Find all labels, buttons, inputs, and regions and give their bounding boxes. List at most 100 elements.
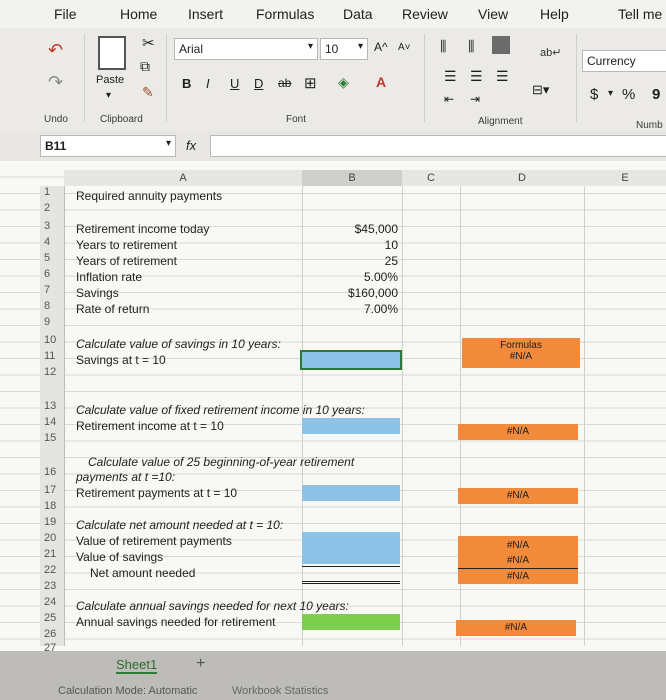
column-header-b[interactable]: B	[302, 170, 403, 186]
cell-b3[interactable]: $45,000	[312, 222, 398, 236]
cell-d20[interactable]: #N/A	[458, 538, 578, 553]
cell-a24[interactable]: Calculate annual savings needed for next…	[76, 599, 349, 613]
cell-d25[interactable]: #N/A	[456, 620, 576, 636]
tab-data[interactable]: Data	[343, 6, 373, 22]
cell-a10[interactable]: Calculate value of savings in 10 years:	[76, 337, 281, 351]
cell-a3[interactable]: Retirement income today	[76, 222, 209, 236]
cell-b7[interactable]: $160,000	[312, 286, 398, 300]
align-top-icon[interactable]: ⫼	[440, 38, 446, 55]
align-center-icon[interactable]: ☰	[470, 68, 483, 85]
column-header-d[interactable]: D	[460, 170, 585, 186]
row-number[interactable]: 13	[44, 400, 62, 412]
increase-indent-icon[interactable]: ⇥	[470, 92, 480, 106]
fx-icon[interactable]: fx	[186, 138, 196, 153]
cell-a21[interactable]: Value of savings	[76, 550, 163, 564]
row-number[interactable]: 26	[44, 628, 62, 640]
cell-a7[interactable]: Savings	[76, 286, 119, 300]
tab-home[interactable]: Home	[120, 6, 157, 22]
undo-icon[interactable]: ↶	[48, 40, 63, 61]
tab-tell-me[interactable]: Tell me	[618, 6, 662, 22]
cell-b11-selected[interactable]	[300, 350, 402, 370]
workbook-statistics[interactable]: Workbook Statistics	[232, 685, 328, 697]
row-number[interactable]: 8	[44, 300, 62, 312]
cell-b25[interactable]	[302, 614, 400, 630]
cell-b8[interactable]: 7.00%	[312, 302, 398, 316]
row-number[interactable]: 25	[44, 612, 62, 624]
tab-help[interactable]: Help	[540, 6, 569, 22]
number-format-dropdown[interactable]: Currency	[582, 50, 666, 72]
cell-a17[interactable]: Retirement payments at t = 10	[76, 486, 237, 500]
tab-review[interactable]: Review	[402, 6, 448, 22]
row-number[interactable]: 3	[44, 220, 62, 232]
cell-b17[interactable]	[302, 485, 400, 501]
cell-a11[interactable]: Savings at t = 10	[76, 353, 166, 367]
cell-a13[interactable]: Calculate value of fixed retirement inco…	[76, 403, 365, 417]
row-number[interactable]: 11	[44, 350, 62, 362]
row-number[interactable]: 16	[44, 466, 62, 478]
column-header-e[interactable]: E	[584, 170, 666, 186]
row-number[interactable]: 9	[44, 316, 62, 328]
cell-a6[interactable]: Inflation rate	[76, 270, 142, 284]
cell-b5[interactable]: 25	[312, 254, 398, 268]
double-underline-button[interactable]: D	[254, 76, 263, 91]
cell-d22[interactable]: #N/A	[458, 568, 578, 584]
row-number[interactable]: 2	[44, 202, 62, 214]
row-number[interactable]: 19	[44, 516, 62, 528]
cell-d11[interactable]: #N/A	[462, 351, 580, 362]
percent-button[interactable]: %	[622, 86, 635, 103]
row-number[interactable]: 21	[44, 548, 62, 560]
cell-a22[interactable]: Net amount needed	[90, 566, 195, 580]
chevron-down-icon[interactable]: ▾	[608, 88, 613, 99]
strikethrough-icon[interactable]: ab	[278, 76, 291, 90]
add-sheet-button[interactable]: +	[196, 655, 205, 673]
cell-a15[interactable]: Calculate value of 25 beginning-of-year …	[88, 455, 354, 469]
row-number[interactable]: 14	[44, 416, 62, 428]
align-right-icon[interactable]: ☰	[496, 68, 509, 85]
cell-a4[interactable]: Years to retirement	[76, 238, 177, 252]
sheet-tab-sheet1[interactable]: Sheet1	[116, 657, 158, 674]
redo-icon[interactable]: ↷	[48, 72, 63, 93]
cell-d14[interactable]: #N/A	[458, 424, 578, 440]
font-color-icon[interactable]: A	[376, 74, 386, 90]
row-number[interactable]: 6	[44, 268, 62, 280]
copy-icon[interactable]: ⧉	[140, 58, 150, 75]
row-number[interactable]: 7	[44, 284, 62, 296]
cell-a16[interactable]: payments at t =10:	[76, 470, 175, 484]
row-number[interactable]: 10	[44, 334, 62, 346]
row-number[interactable]: 4	[44, 236, 62, 248]
cell-d17[interactable]: #N/A	[458, 488, 578, 504]
tab-file[interactable]: File	[54, 6, 77, 22]
row-number[interactable]: 23	[44, 580, 62, 592]
column-header-a[interactable]: A	[64, 170, 303, 186]
tab-insert[interactable]: Insert	[188, 6, 223, 22]
row-number[interactable]: 24	[44, 596, 62, 608]
tab-formulas[interactable]: Formulas	[256, 6, 314, 22]
currency-button[interactable]: $	[590, 86, 598, 103]
row-number[interactable]: 12	[44, 366, 62, 378]
comma-button[interactable]: 9	[652, 86, 660, 103]
grow-font-button[interactable]: A^	[374, 40, 388, 54]
cell-b6[interactable]: 5.00%	[312, 270, 398, 284]
format-painter-icon[interactable]: ✎	[142, 84, 154, 101]
italic-button[interactable]: I	[206, 76, 210, 91]
formula-input[interactable]	[210, 135, 666, 157]
align-left-icon[interactable]: ☰	[444, 68, 457, 85]
cut-icon[interactable]: ✂	[142, 34, 155, 52]
align-bottom-icon[interactable]	[492, 36, 510, 54]
fill-color-icon[interactable]: ◈	[338, 74, 349, 91]
wrap-text-icon[interactable]: ab↵	[540, 46, 561, 59]
cell-b20-b21[interactable]	[302, 532, 400, 564]
row-number[interactable]: 18	[44, 500, 62, 512]
paste-icon[interactable]	[98, 36, 126, 70]
name-box[interactable]: B11 ▾	[40, 135, 176, 157]
cell-a14[interactable]: Retirement income at t = 10	[76, 419, 224, 433]
align-middle-icon[interactable]: ⫼	[468, 38, 474, 55]
cell-a5[interactable]: Years of retirement	[76, 254, 177, 268]
row-number[interactable]: 5	[44, 252, 62, 264]
row-number[interactable]: 1	[44, 186, 62, 198]
chevron-down-icon[interactable]: ▾	[106, 90, 111, 101]
cell-a25[interactable]: Annual savings needed for retirement	[76, 615, 275, 629]
cell-a20[interactable]: Value of retirement payments	[76, 534, 232, 548]
cell-b14[interactable]	[302, 418, 400, 434]
cell-a1[interactable]: Required annuity payments	[76, 189, 222, 203]
